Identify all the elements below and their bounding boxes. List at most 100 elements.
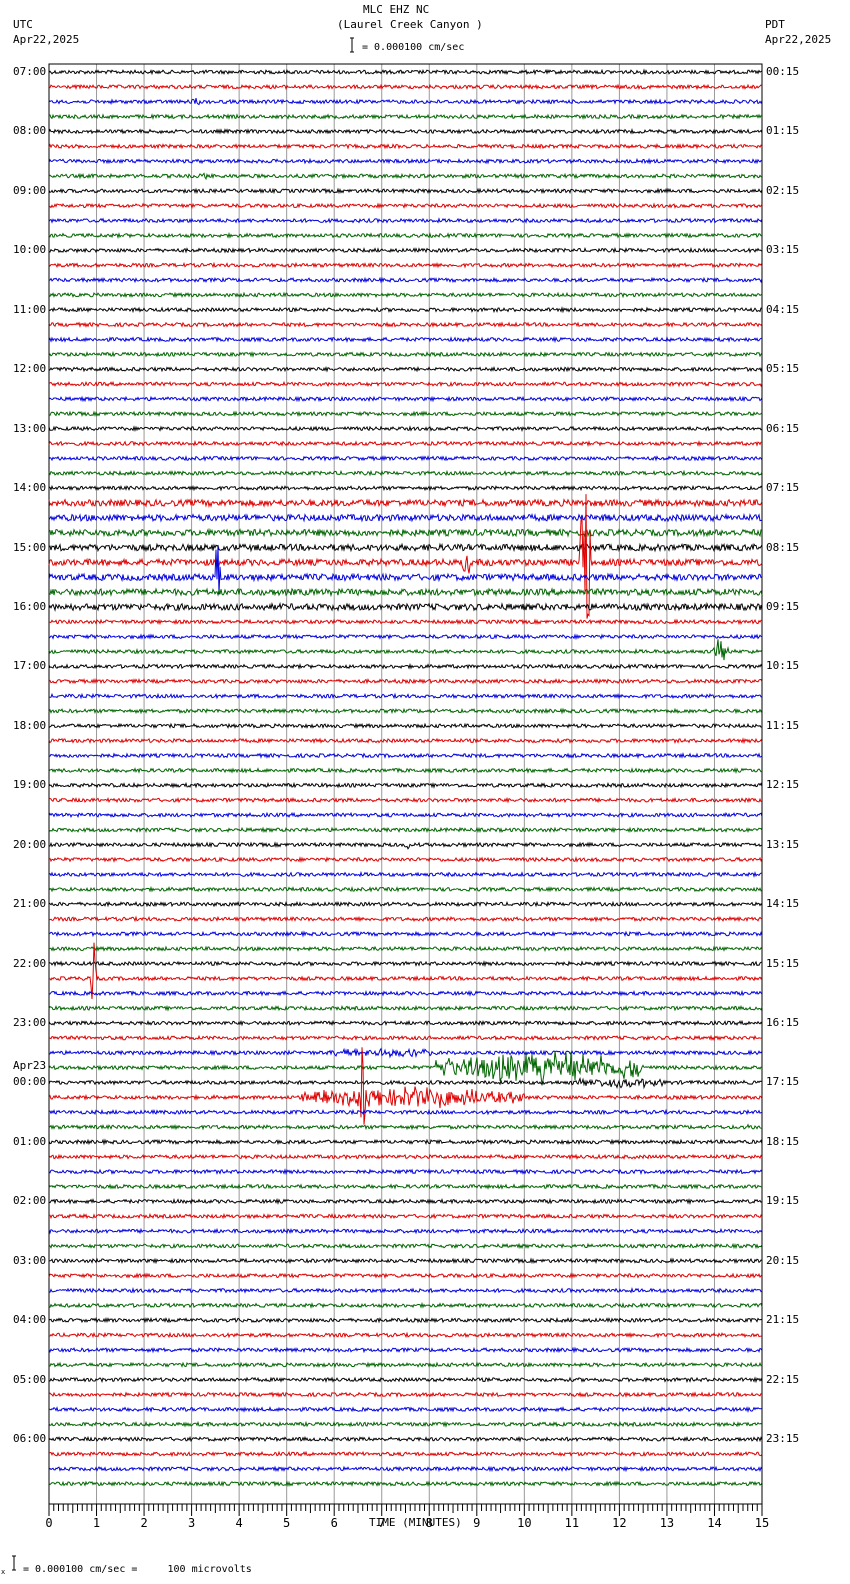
- trace-66: [48, 1047, 763, 1059]
- trace-41: [48, 677, 763, 685]
- x-tick-label: 8: [426, 1516, 433, 1530]
- x-tick-label: 3: [188, 1516, 195, 1530]
- trace-10: [48, 217, 763, 224]
- trace-15: [48, 291, 763, 299]
- trace-77: [48, 1212, 763, 1220]
- trace-2: [48, 97, 763, 106]
- x-tick-label: 7: [378, 1516, 385, 1530]
- trace-36: [48, 601, 763, 612]
- trace-84: [48, 1316, 763, 1324]
- trace-80: [48, 1257, 763, 1265]
- trace-89: [48, 1391, 763, 1398]
- trace-26: [48, 455, 763, 462]
- seismogram-plot: 0 1 2 3 4 5 6 7 8 9 10 11 12 13 14 15: [12, 37, 769, 1571]
- trace-76: [48, 1197, 763, 1205]
- trace-8: [48, 187, 763, 195]
- trace-21: [48, 380, 763, 388]
- trace-48: [48, 781, 763, 789]
- trace-47: [48, 767, 763, 774]
- trace-5: [48, 143, 763, 150]
- trace-55: [48, 885, 763, 893]
- trace-7: [48, 172, 763, 181]
- trace-11: [48, 231, 763, 239]
- trace-61: [49, 942, 763, 1000]
- trace-19: [48, 350, 763, 358]
- trace-93: [48, 1450, 763, 1458]
- trace-52: [49, 841, 763, 850]
- trace-64: [48, 1019, 763, 1027]
- trace-0: [48, 68, 763, 76]
- x-tick-label: 14: [707, 1516, 721, 1530]
- trace-31: [48, 527, 763, 538]
- trace-59: [48, 945, 763, 952]
- trace-94: [48, 1465, 763, 1473]
- trace-95: [48, 1480, 763, 1488]
- trace-4: [48, 128, 763, 135]
- trace-28: [48, 484, 763, 492]
- trace-73: [48, 1153, 763, 1161]
- trace-45: [48, 737, 763, 745]
- trace-71: [48, 1123, 763, 1131]
- trace-83: [48, 1301, 763, 1309]
- x-tick-label: 9: [473, 1516, 480, 1530]
- trace-79: [48, 1242, 763, 1250]
- trace-33: [48, 494, 763, 619]
- trace-14: [48, 276, 763, 284]
- trace-27: [48, 469, 763, 477]
- trace-1: [48, 83, 763, 91]
- trace-18: [48, 336, 762, 344]
- trace-53: [48, 856, 763, 864]
- x-tick-label: 15: [755, 1516, 769, 1530]
- x-tick-label: 5: [283, 1516, 290, 1530]
- trace-68: [48, 1076, 763, 1090]
- trace-88: [48, 1376, 763, 1384]
- trace-56: [48, 900, 763, 908]
- trace-74: [48, 1168, 763, 1176]
- trace-46: [48, 752, 763, 759]
- trace-60: [48, 960, 763, 968]
- trace-13: [48, 261, 763, 269]
- x-tick-label: 1: [93, 1516, 100, 1530]
- trace-70: [49, 1108, 763, 1116]
- x-tick-label: 13: [660, 1516, 674, 1530]
- x-tick-label: 0: [45, 1516, 52, 1530]
- trace-92: [48, 1435, 763, 1443]
- trace-65: [48, 1034, 762, 1042]
- trace-23: [48, 410, 763, 418]
- scale-bar-icon: [350, 37, 354, 53]
- trace-17: [48, 321, 763, 328]
- trace-25: [48, 439, 762, 447]
- trace-42: [48, 692, 763, 700]
- trace-20: [48, 365, 763, 373]
- x-tick-label: 2: [140, 1516, 147, 1530]
- trace-35: [48, 587, 763, 598]
- trace-72: [48, 1138, 763, 1146]
- trace-16: [48, 306, 763, 314]
- trace-54: [48, 870, 763, 878]
- trace-86: [48, 1346, 763, 1354]
- trace-9: [48, 202, 763, 210]
- trace-62: [48, 989, 763, 997]
- x-tick-label: 4: [236, 1516, 243, 1530]
- helicorder-chart: MLC EHZ NC (Laurel Creek Canyon ) UTC Ap…: [0, 0, 850, 1584]
- x-tick-label: 6: [331, 1516, 338, 1530]
- trace-51: [48, 826, 763, 834]
- trace-38: [48, 633, 763, 641]
- trace-57: [48, 915, 763, 923]
- x-tick-label: 10: [517, 1516, 531, 1530]
- x-tick-label: 12: [612, 1516, 626, 1530]
- footer-scale-bar-icon: [12, 1555, 16, 1571]
- trace-90: [48, 1406, 763, 1413]
- trace-40: [48, 662, 763, 670]
- trace-58: [48, 930, 763, 938]
- trace-34: [48, 545, 763, 595]
- trace-24: [48, 425, 763, 432]
- x-tick-label: 11: [565, 1516, 579, 1530]
- trace-3: [48, 113, 763, 120]
- trace-39: [48, 639, 763, 661]
- trace-37: [48, 618, 763, 626]
- trace-6: [48, 157, 763, 165]
- trace-12: [48, 246, 763, 254]
- trace-67: [48, 1051, 763, 1086]
- trace-85: [48, 1331, 763, 1339]
